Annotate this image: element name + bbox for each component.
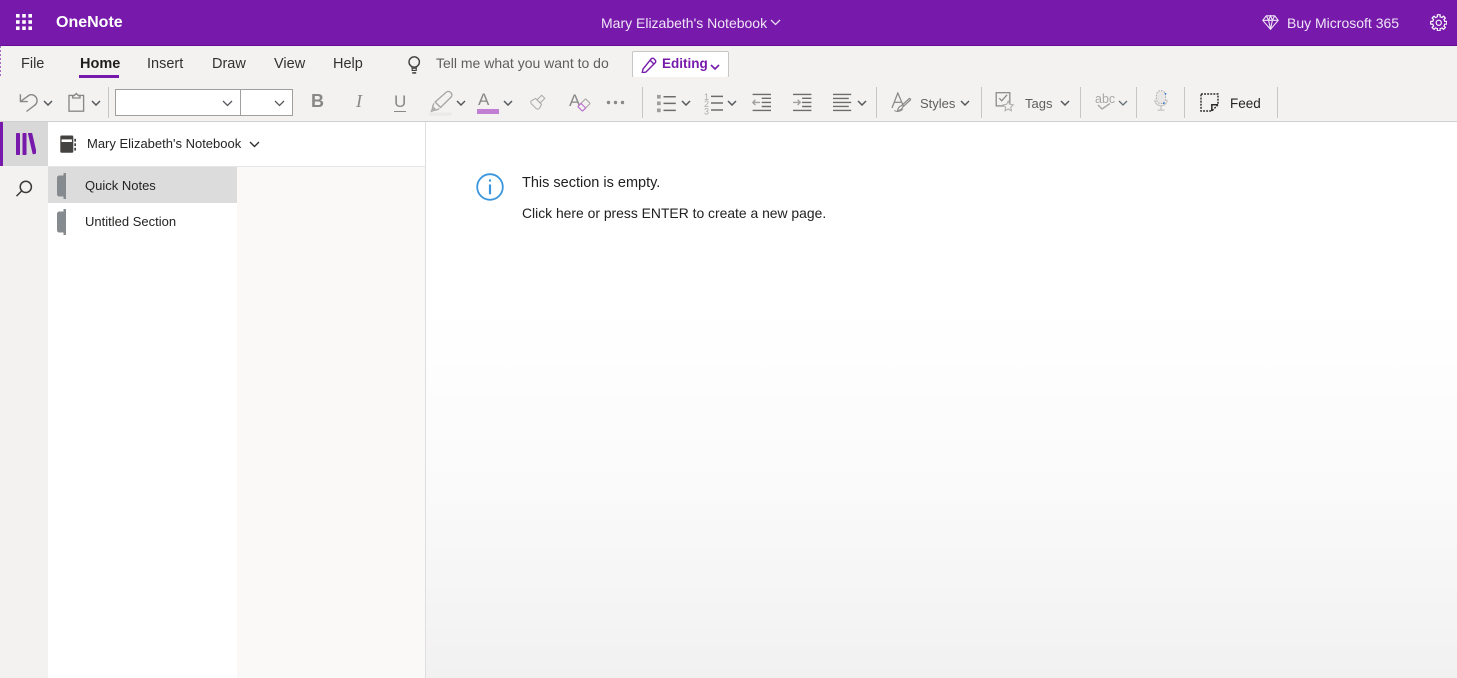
svg-text:3: 3	[704, 106, 709, 115]
